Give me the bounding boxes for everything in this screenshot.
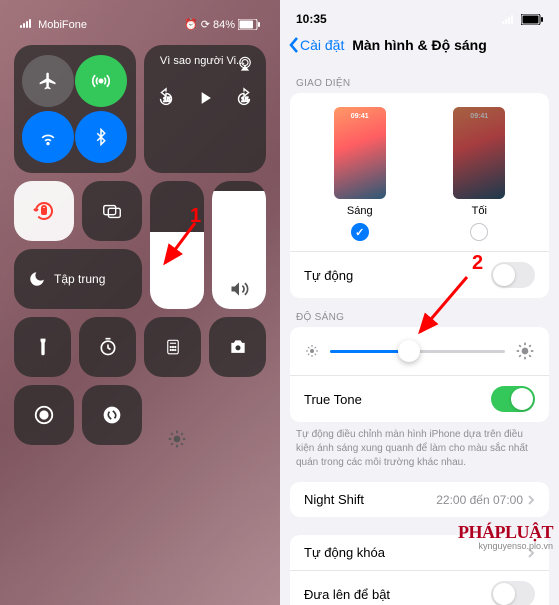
airplane-button[interactable] — [22, 55, 74, 107]
svg-text:15: 15 — [241, 97, 249, 104]
connectivity-tile[interactable] — [14, 45, 136, 173]
back-button[interactable]: Cài đặt — [288, 36, 344, 54]
raise-label: Đưa lên để bật — [304, 587, 390, 602]
settings-screen: 10:35 Cài đặt Màn hình & Độ sáng GIAO DI… — [280, 0, 559, 605]
timer-tile[interactable] — [79, 317, 136, 377]
appearance-light-option[interactable]: 09:41 Sáng — [334, 107, 386, 241]
autolock-label: Tự động khóa — [304, 545, 385, 560]
chevron-right-icon — [527, 547, 535, 559]
page-title: Màn hình & Độ sáng — [352, 37, 487, 53]
dark-label: Tối — [472, 205, 487, 217]
shazam-tile[interactable] — [82, 385, 142, 445]
rewind-icon[interactable]: 15 — [155, 87, 177, 109]
moon-icon — [28, 270, 46, 288]
auto-row[interactable]: Tự động — [290, 251, 549, 298]
carrier-label: MobiFone — [38, 19, 87, 31]
alarm-icon: ⏰ — [184, 18, 198, 31]
orientation-lock-tile[interactable] — [14, 181, 74, 241]
brightness-thumb[interactable] — [398, 340, 420, 362]
signal-icon — [20, 19, 31, 28]
sun-small-icon — [304, 343, 320, 359]
camera-tile[interactable] — [209, 317, 266, 377]
brightness-track[interactable] — [330, 350, 505, 353]
clock: 10:35 — [296, 12, 327, 26]
section-brightness-label: ĐỘ SÁNG — [280, 298, 559, 327]
brightness-slider-row[interactable] — [290, 327, 549, 375]
calculator-tile[interactable] — [144, 317, 201, 377]
status-bar-left: MobiFone ⏰ ⟳ 84% — [8, 0, 272, 39]
auto-toggle[interactable] — [491, 262, 535, 288]
screen-mirror-tile[interactable] — [82, 181, 142, 241]
media-tile[interactable]: Vì sao người Vi... 15 15 — [144, 45, 266, 173]
nightshift-row[interactable]: Night Shift 22:00 đến 07:00 — [290, 482, 549, 517]
truetone-toggle[interactable] — [491, 386, 535, 412]
raise-row[interactable]: Đưa lên để bật — [290, 570, 549, 605]
wifi-button[interactable] — [22, 111, 74, 163]
chevron-right-icon — [527, 494, 535, 506]
raise-toggle[interactable] — [491, 581, 535, 605]
autolock-card: Tự động khóa Đưa lên để bật — [290, 535, 549, 605]
chevron-left-icon — [288, 36, 300, 54]
bluetooth-button[interactable] — [75, 111, 127, 163]
light-thumbnail: 09:41 — [334, 107, 386, 199]
forward-icon[interactable]: 15 — [233, 87, 255, 109]
auto-label: Tự động — [304, 268, 353, 283]
autolock-row[interactable]: Tự động khóa — [290, 535, 549, 570]
speaker-icon — [229, 279, 249, 299]
appearance-card: 09:41 Sáng 09:41 Tối Tự động — [290, 93, 549, 298]
focus-tile[interactable]: Tập trung — [14, 249, 142, 309]
battery-percent: 84% — [213, 19, 235, 31]
back-label: Cài đặt — [300, 37, 344, 53]
nightshift-card: Night Shift 22:00 đến 07:00 — [290, 482, 549, 517]
svg-text:15: 15 — [163, 97, 171, 104]
battery-icon — [238, 19, 260, 30]
nav-header: Cài đặt Màn hình & Độ sáng — [280, 30, 559, 64]
truetone-footnote: Tự động điều chỉnh màn hình iPhone dựa t… — [280, 422, 559, 482]
sun-large-icon — [515, 341, 535, 361]
volume-slider[interactable] — [212, 181, 266, 309]
cellular-button[interactable] — [75, 55, 127, 107]
airplay-icon[interactable] — [236, 55, 254, 73]
truetone-label: True Tone — [304, 392, 362, 407]
brightness-slider[interactable] — [150, 181, 204, 309]
battery-icon — [521, 14, 543, 25]
status-bar-right: 10:35 — [280, 0, 559, 30]
flashlight-tile[interactable] — [14, 317, 71, 377]
orientation-lock-icon: ⟳ — [201, 18, 210, 31]
appearance-dark-option[interactable]: 09:41 Tối — [453, 107, 505, 241]
nightshift-label: Night Shift — [304, 492, 364, 507]
light-radio[interactable] — [351, 223, 369, 241]
screen-record-tile[interactable] — [14, 385, 74, 445]
signal-icon — [502, 15, 513, 24]
nightshift-value: 22:00 đến 07:00 — [436, 493, 523, 507]
light-label: Sáng — [347, 205, 373, 217]
play-icon[interactable] — [195, 88, 215, 108]
truetone-row[interactable]: True Tone — [290, 375, 549, 422]
section-appearance-label: GIAO DIỆN — [280, 64, 559, 93]
dark-radio[interactable] — [470, 223, 488, 241]
focus-label: Tập trung — [54, 272, 105, 286]
brightness-card: True Tone — [290, 327, 549, 422]
dark-thumbnail: 09:41 — [453, 107, 505, 199]
control-center-screen: MobiFone ⏰ ⟳ 84% Vì sao người Vi... — [0, 0, 280, 605]
